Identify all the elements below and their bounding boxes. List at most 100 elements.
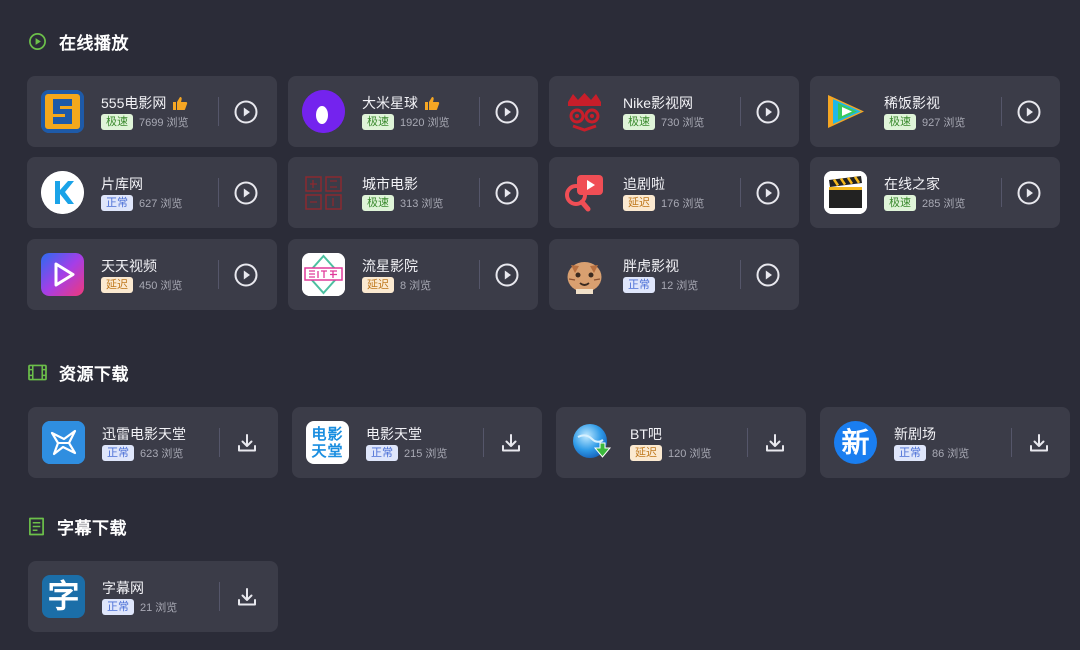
play-button[interactable] (233, 262, 258, 287)
download-icon (500, 432, 522, 454)
divider (219, 582, 220, 611)
play-circle-icon (495, 100, 519, 124)
play-circle-icon (756, 100, 780, 124)
play-button[interactable] (233, 99, 258, 124)
logo-zhuiju (563, 171, 606, 214)
play-button[interactable] (1016, 99, 1041, 124)
status-badge: 极速 (623, 114, 655, 130)
site-name: 迅雷电影天堂 (102, 426, 186, 442)
download-button[interactable] (234, 584, 259, 609)
play-button[interactable] (755, 180, 780, 205)
site-name: 追剧啦 (623, 176, 665, 192)
logo-555 (41, 90, 84, 133)
download-button[interactable] (1026, 430, 1051, 455)
logo-chengshi (302, 171, 345, 214)
section-title-download: 资源下载 (28, 360, 129, 384)
logo-xifan (824, 90, 867, 133)
view-count: 120 浏览 (668, 448, 712, 460)
view-count: 623 浏览 (140, 448, 184, 460)
film-icon (28, 364, 47, 381)
site-card[interactable]: 新 新剧场 正常 86 浏览 (820, 407, 1070, 478)
play-circle-icon (234, 263, 258, 287)
thumbs-up-icon (424, 96, 440, 111)
download-button[interactable] (762, 430, 787, 455)
download-icon (1028, 432, 1050, 454)
logo-zimu: 字 (42, 575, 85, 618)
site-name: 胖虎影视 (623, 258, 679, 274)
status-badge: 正常 (623, 277, 655, 293)
divider (218, 178, 219, 207)
divider (479, 178, 480, 207)
site-card[interactable]: 胖虎影视 正常 12 浏览 (549, 239, 799, 310)
site-card[interactable]: 电影天堂 电影天堂 正常 215 浏览 (292, 407, 542, 478)
site-card[interactable]: 天天视频 延迟 450 浏览 (27, 239, 277, 310)
site-card[interactable]: Nike影视网 极速 730 浏览 (549, 76, 799, 147)
divider (1001, 178, 1002, 207)
view-count: 86 浏览 (932, 448, 970, 460)
site-card[interactable]: 追剧啦 延迟 176 浏览 (549, 157, 799, 228)
site-card[interactable]: 迅雷电影天堂 正常 623 浏览 (28, 407, 278, 478)
site-card[interactable]: 片库网 正常 627 浏览 (27, 157, 277, 228)
divider (740, 178, 741, 207)
download-button[interactable] (498, 430, 523, 455)
site-card[interactable]: 城市电影 极速 313 浏览 (288, 157, 538, 228)
site-name: 新剧场 (894, 426, 936, 442)
site-name: 城市电影 (362, 176, 418, 192)
logo-zaixian (824, 171, 867, 214)
view-count: 7699 浏览 (139, 117, 189, 129)
play-button[interactable] (494, 262, 519, 287)
site-card[interactable]: 555电影网 极速 7699 浏览 (27, 76, 277, 147)
view-count: 450 浏览 (139, 280, 183, 292)
divider (483, 428, 484, 457)
logo-tiantian (41, 253, 84, 296)
play-button[interactable] (494, 99, 519, 124)
site-card[interactable]: 大米星球 极速 1920 浏览 (288, 76, 538, 147)
logo-liuxing (302, 253, 345, 296)
logo-dami (302, 90, 345, 133)
site-name: 电影天堂 (366, 426, 422, 442)
play-button[interactable] (494, 180, 519, 205)
divider (740, 97, 741, 126)
view-count: 8 浏览 (400, 280, 432, 292)
logo-xunlei (42, 421, 85, 464)
view-count: 927 浏览 (922, 117, 966, 129)
status-badge: 正常 (101, 195, 133, 211)
play-button[interactable] (233, 180, 258, 205)
section-title-online: 在线播放 (28, 29, 129, 53)
divider (747, 428, 748, 457)
section-title-text: 在线播放 (59, 33, 129, 53)
status-badge: 延迟 (362, 277, 394, 293)
view-count: 12 浏览 (661, 280, 699, 292)
logo-panghu (563, 253, 606, 296)
site-card[interactable]: 字 字幕网 正常 21 浏览 (28, 561, 278, 632)
site-card[interactable]: BT吧 延迟 120 浏览 (556, 407, 806, 478)
play-button[interactable] (1016, 180, 1041, 205)
document-icon (28, 517, 45, 536)
play-circle-icon (1017, 100, 1041, 124)
download-button[interactable] (234, 430, 259, 455)
section-title-subtitle: 字幕下载 (28, 514, 127, 538)
status-badge: 极速 (101, 114, 133, 130)
status-badge: 正常 (894, 445, 926, 461)
status-badge: 正常 (102, 599, 134, 615)
play-button[interactable] (755, 99, 780, 124)
site-name: 在线之家 (884, 176, 940, 192)
logo-nike (563, 90, 606, 133)
site-name: 字幕网 (102, 580, 144, 596)
site-card[interactable]: 在线之家 极速 285 浏览 (810, 157, 1060, 228)
site-name: 555电影网 (101, 95, 167, 111)
site-card[interactable]: 稀饭影视 极速 927 浏览 (810, 76, 1060, 147)
view-count: 21 浏览 (140, 602, 178, 614)
play-circle-icon (234, 100, 258, 124)
divider (740, 260, 741, 289)
site-name: 稀饭影视 (884, 95, 940, 111)
download-icon (764, 432, 786, 454)
play-button[interactable] (755, 262, 780, 287)
view-count: 1920 浏览 (400, 117, 450, 129)
logo-dytt: 电影天堂 (306, 421, 349, 464)
thumbs-up-icon (172, 96, 188, 111)
site-name: BT吧 (630, 426, 662, 442)
logo-btba (570, 421, 613, 464)
site-card[interactable]: 流星影院 延迟 8 浏览 (288, 239, 538, 310)
status-badge: 极速 (884, 195, 916, 211)
